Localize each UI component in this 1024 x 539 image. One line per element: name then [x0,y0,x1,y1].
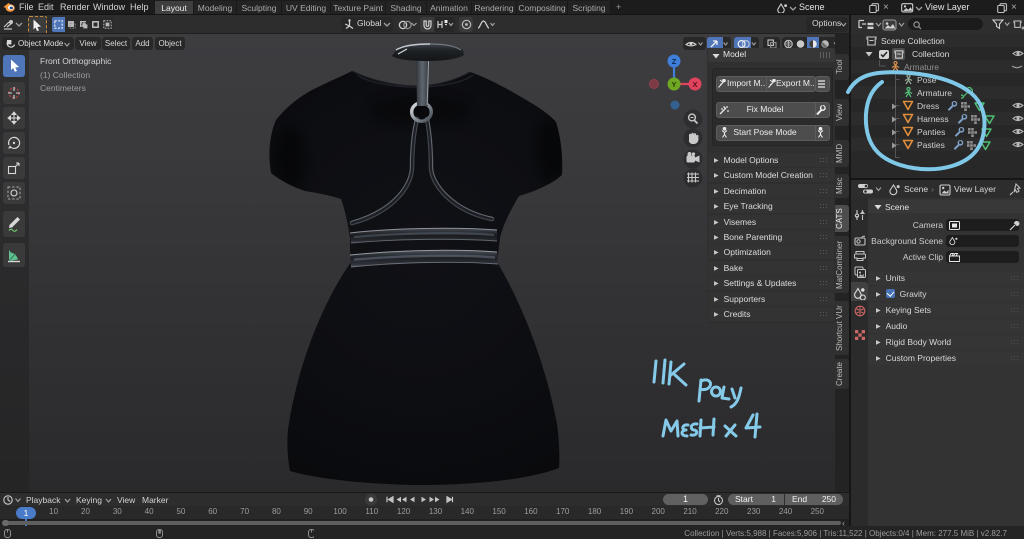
svg-text:Z: Z [672,57,677,66]
svg-text:Y: Y [671,80,676,89]
svg-text:X: X [692,80,697,89]
